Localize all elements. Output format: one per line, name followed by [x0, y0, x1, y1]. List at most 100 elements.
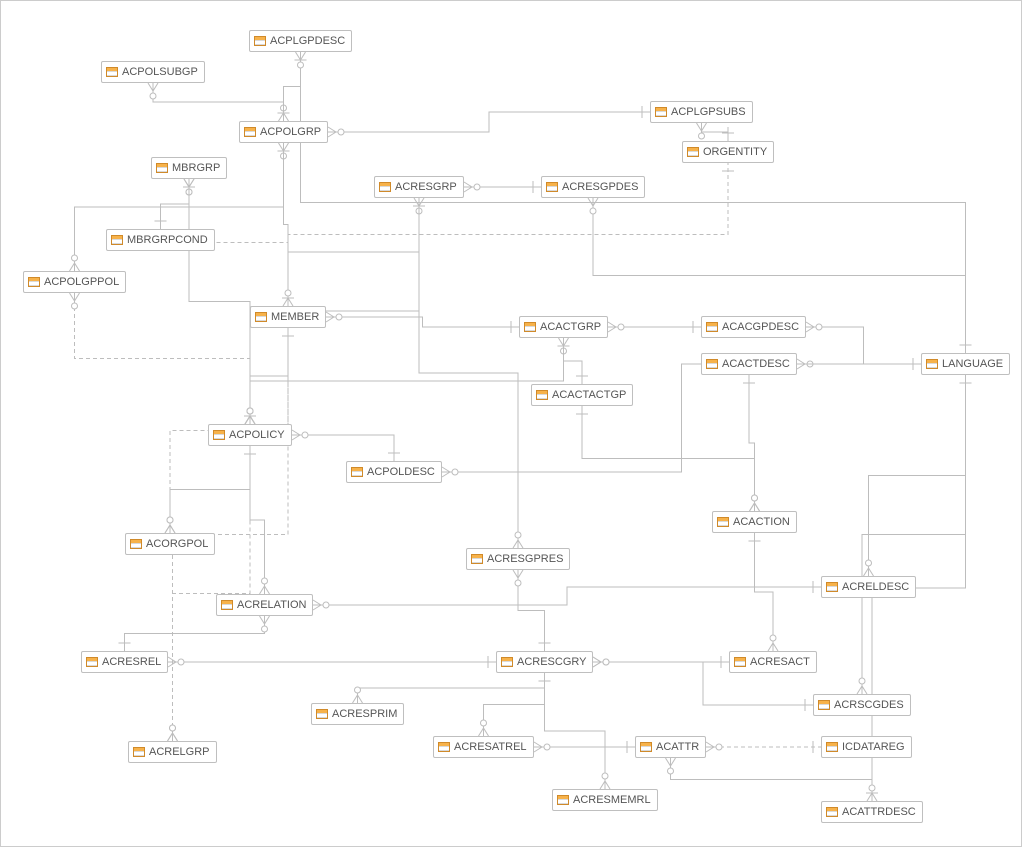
table-icon [28, 277, 40, 287]
table-icon [501, 657, 513, 667]
table-icon [818, 700, 830, 710]
relation-line [189, 179, 250, 424]
table-icon [717, 517, 729, 527]
entity-acrescgry[interactable]: ACRESCGRY [496, 651, 593, 673]
entity-label: ACACTGRP [540, 320, 601, 334]
entity-label: ACRESMEMRL [573, 793, 651, 807]
entity-acresatrel[interactable]: ACRESATREL [433, 736, 534, 758]
relation-line [582, 406, 755, 511]
table-icon [221, 600, 233, 610]
entity-acattr[interactable]: ACATTR [635, 736, 706, 758]
relation-line [671, 758, 873, 801]
entity-acaction[interactable]: ACACTION [712, 511, 797, 533]
relation-line [292, 435, 394, 461]
relation-line [702, 123, 729, 141]
entity-icdatareg[interactable]: ICDATAREG [821, 736, 912, 758]
entity-label: ACRESGPDES [562, 180, 638, 194]
entity-acresmemrl[interactable]: ACRESMEMRL [552, 789, 658, 811]
entity-label: ACRESCGRY [517, 655, 586, 669]
relation-line [806, 327, 921, 364]
table-icon [826, 807, 838, 817]
entity-acresgpdes[interactable]: ACRESGPDES [541, 176, 645, 198]
relation-line [484, 673, 545, 736]
relation-line [358, 673, 545, 703]
table-icon [130, 539, 142, 549]
entity-label: ACRELDESC [842, 580, 909, 594]
relation-line [153, 83, 284, 121]
entity-language[interactable]: LANGUAGE [921, 353, 1010, 375]
entity-acrelation[interactable]: ACRELATION [216, 594, 313, 616]
relationship-lines-layer [1, 1, 1022, 847]
entity-label: ACRELGRP [149, 745, 210, 759]
entity-acactgrp[interactable]: ACACTGRP [519, 316, 608, 338]
relation-line [313, 587, 821, 605]
entity-member[interactable]: MEMBER [250, 306, 326, 328]
table-icon [106, 67, 118, 77]
table-icon [706, 359, 718, 369]
entity-mbrgrpcond[interactable]: MBRGRPCOND [106, 229, 215, 251]
entity-acactactgp[interactable]: ACACTACTGP [531, 384, 633, 406]
entity-acactdesc[interactable]: ACACTDESC [701, 353, 797, 375]
relation-line [755, 533, 774, 651]
table-icon [438, 742, 450, 752]
entity-acplgpdesc[interactable]: ACPLGPDESC [249, 30, 352, 52]
entity-acresprim[interactable]: ACRESPRIM [311, 703, 404, 725]
relation-line [284, 143, 289, 306]
table-icon [536, 390, 548, 400]
table-icon [546, 182, 558, 192]
entity-acrelgrp[interactable]: ACRELGRP [128, 741, 217, 763]
entity-acreldesc[interactable]: ACRELDESC [821, 576, 916, 598]
table-icon [213, 430, 225, 440]
entity-label: ACPOLDESC [367, 465, 435, 479]
relation-line [518, 570, 545, 651]
relation-line [326, 317, 519, 327]
relation-line [301, 52, 966, 353]
entity-acrscgdes[interactable]: ACRSCGDES [813, 694, 911, 716]
table-icon [156, 163, 168, 173]
entity-label: ACACGPDESC [722, 320, 799, 334]
entity-acresact[interactable]: ACRESACT [729, 651, 817, 673]
table-icon [316, 709, 328, 719]
entity-acpolsubgp[interactable]: ACPOLSUBGP [101, 61, 205, 83]
entity-acattrdesc[interactable]: ACATTRDESC [821, 801, 923, 823]
relation-line [869, 375, 966, 576]
entity-acresrel[interactable]: ACRESREL [81, 651, 168, 673]
relation-line [442, 364, 921, 472]
er-diagram-canvas: ACPLGPDESC ACPOLSUBGP ACPLGPSUBS ACPOLGRP OR… [0, 0, 1022, 847]
entity-acpolgrp[interactable]: ACPOLGRP [239, 121, 328, 143]
table-icon [734, 657, 746, 667]
table-icon [244, 127, 256, 137]
entity-orgentity[interactable]: ORGENTITY [682, 141, 774, 163]
relation-line [288, 163, 728, 306]
entity-label: ACRESPRIM [332, 707, 397, 721]
entity-acorgpol[interactable]: ACORGPOL [125, 533, 215, 555]
table-icon [826, 582, 838, 592]
entity-acpoldesc[interactable]: ACPOLDESC [346, 461, 442, 483]
entity-acresgpres[interactable]: ACRESGPRES [466, 548, 570, 570]
entity-label: LANGUAGE [942, 357, 1003, 371]
entity-acplgpsubs[interactable]: ACPLGPSUBS [650, 101, 753, 123]
entity-label: ACORGPOL [146, 537, 208, 551]
entity-label: ACRELATION [237, 598, 306, 612]
entity-acresgrp[interactable]: ACRESGRP [374, 176, 464, 198]
entity-label: ICDATAREG [842, 740, 905, 754]
entity-acacgpdesc[interactable]: ACACGPDESC [701, 316, 806, 338]
entity-label: ACRESATREL [454, 740, 527, 754]
relation-line [250, 328, 288, 424]
entity-acpolicy[interactable]: ACPOLICY [208, 424, 292, 446]
relation-line [545, 673, 606, 789]
relation-line [328, 112, 650, 132]
table-icon [351, 467, 363, 477]
table-icon [111, 235, 123, 245]
entity-mbrgrp[interactable]: MBRGRP [151, 157, 227, 179]
table-icon [524, 322, 536, 332]
entity-label: ACRSCGDES [834, 698, 904, 712]
entity-label: ACPLGPDESC [270, 34, 345, 48]
entity-label: ACPOLGRP [260, 125, 321, 139]
table-icon [826, 742, 838, 752]
entity-label: ORGENTITY [703, 145, 767, 159]
entity-label: ACRESREL [102, 655, 161, 669]
entity-acpolgppol[interactable]: ACPOLGPPOL [23, 271, 126, 293]
table-icon [471, 554, 483, 564]
table-icon [706, 322, 718, 332]
